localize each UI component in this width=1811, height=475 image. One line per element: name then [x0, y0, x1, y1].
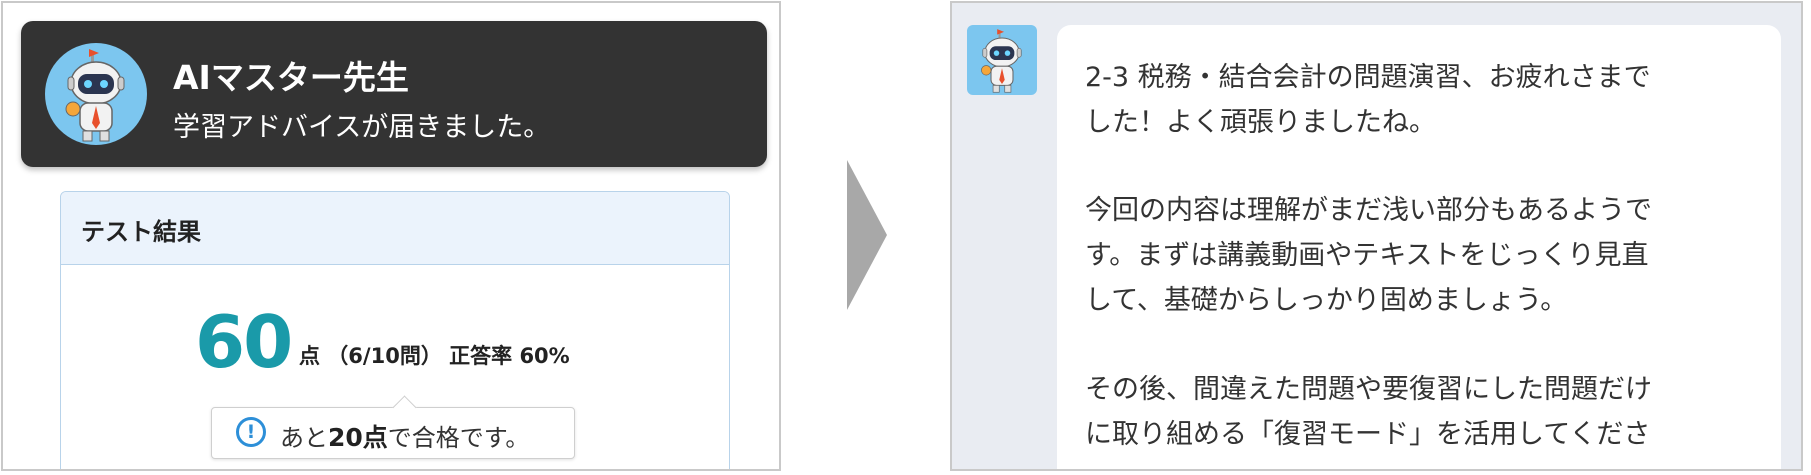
- callout-arrow: [392, 395, 417, 420]
- chat-line: その後、間違えた問題や要復習にした問題だけ: [1085, 374, 1652, 405]
- flow-arrow-icon: [847, 160, 887, 310]
- test-result-card: テスト結果 60 点 （6/10問） 正答率 60% ! あと20点で合格です。: [60, 191, 730, 469]
- pass-notice: ! あと20点で合格です。: [211, 395, 575, 459]
- chat-panel: 2-3 税務・結合会計の問題演習、お疲れさまで した！よく頑張りましたね。 今回…: [950, 1, 1803, 471]
- chat-line: して、基礎からしっかり固めましょう。: [1085, 285, 1568, 316]
- pass-notice-text: あと20点で合格です。: [280, 418, 529, 454]
- chat-line: す。まずは講義動画やテキストをじっくり見直: [1085, 240, 1649, 271]
- robot-avatar-icon: [45, 43, 147, 145]
- score-value: 60: [195, 300, 293, 384]
- notification-toast[interactable]: AIマスター先生 学習アドバイスが届きました。: [21, 21, 767, 167]
- chat-line: に取り組める「復習モード」を活用してくださ: [1085, 419, 1651, 450]
- chat-line: 今回の内容は理解がまだ浅い部分もあるようで: [1085, 195, 1652, 226]
- chat-message-bubble: 2-3 税務・結合会計の問題演習、お疲れさまで した！よく頑張りましたね。 今回…: [1057, 25, 1781, 469]
- score-row: 60 点 （6/10問） 正答率 60%: [61, 302, 729, 382]
- pass-notice-prefix: あと: [280, 424, 328, 452]
- robot-avatar-icon: [967, 25, 1037, 95]
- toast-message: 学習アドバイスが届きました。: [173, 112, 551, 143]
- chat-line: した！よく頑張りましたね。: [1085, 107, 1436, 138]
- result-card-header: テスト結果: [61, 192, 729, 265]
- info-icon: !: [236, 417, 266, 447]
- toast-title: AIマスター先生: [173, 58, 409, 97]
- result-card-title: テスト結果: [81, 218, 201, 246]
- score-detail: 点 （6/10問） 正答率 60%: [299, 344, 570, 368]
- pass-notice-points: 20点: [328, 423, 388, 452]
- pass-notice-suffix: で合格です。: [387, 424, 530, 452]
- chat-line: 2-3 税務・結合会計の問題演習、お疲れさまで: [1085, 62, 1651, 93]
- left-panel: AIマスター先生 学習アドバイスが届きました。 テスト結果 60 点 （6/10…: [1, 1, 781, 471]
